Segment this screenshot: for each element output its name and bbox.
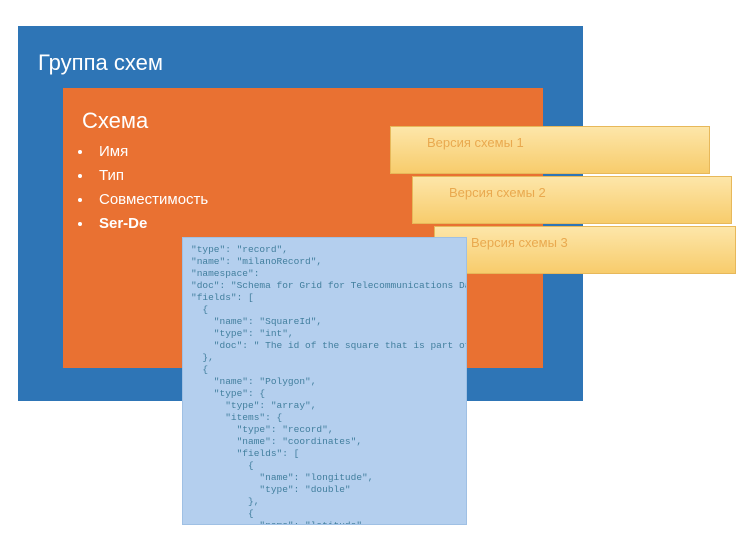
list-item: Ser-De — [93, 212, 208, 236]
schema-attribute-list: Имя Тип Совместимость Ser-De — [75, 140, 208, 236]
list-item-label: Тип — [99, 167, 124, 184]
code-text: "type": "record", "name": "milanoRecord"… — [191, 244, 467, 525]
version-label: Версия схемы 2 — [449, 185, 546, 200]
schema-version-card: Версия схемы 1 — [390, 126, 710, 174]
schema-json-code: "type": "record", "name": "milanoRecord"… — [182, 237, 467, 525]
list-item-label: Ser-De — [99, 215, 147, 232]
schema-group-title: Группа схем — [38, 50, 163, 76]
list-item-label: Имя — [99, 143, 128, 160]
schema-version-card: Версия схемы 3 — [434, 226, 736, 274]
version-label: Версия схемы 3 — [471, 235, 568, 250]
list-item: Совместимость — [93, 188, 208, 212]
list-item: Тип — [93, 164, 208, 188]
list-item-label: Совместимость — [99, 191, 208, 208]
diagram-stage: Группа схем Схема Имя Тип Совместимость … — [0, 0, 743, 540]
list-item: Имя — [93, 140, 208, 164]
version-label: Версия схемы 1 — [427, 135, 524, 150]
schema-title: Схема — [82, 108, 148, 134]
schema-version-card: Версия схемы 2 — [412, 176, 732, 224]
